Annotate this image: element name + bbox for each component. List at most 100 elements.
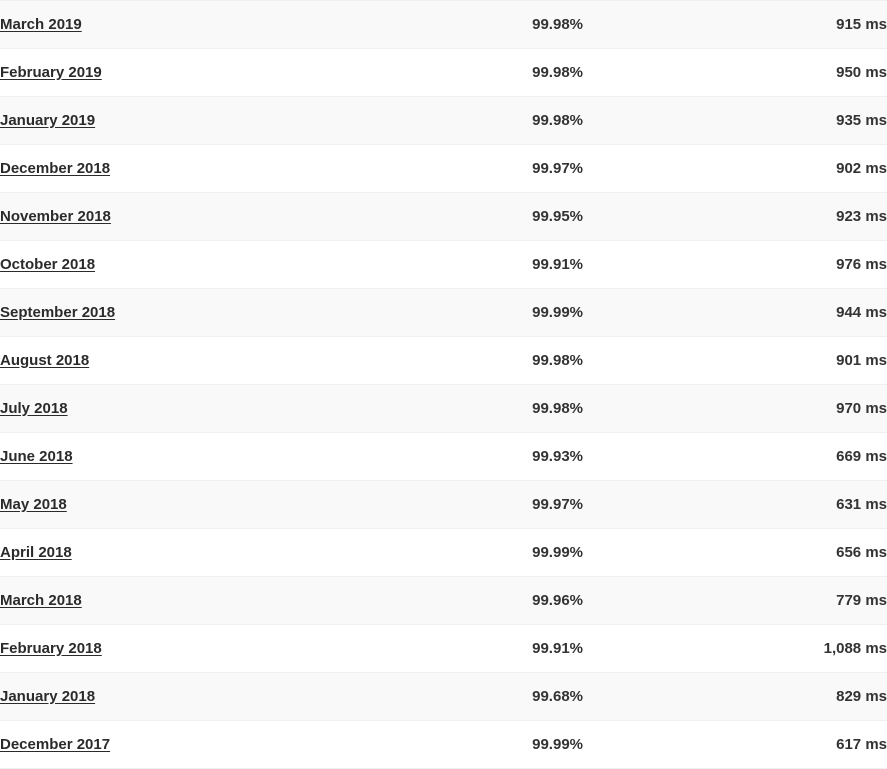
cell-uptime: 99.97% [496, 145, 583, 193]
response-time-value: 915 ms [836, 16, 887, 33]
cell-period: June 2018 [0, 433, 496, 481]
period-link[interactable]: March 2019 [0, 16, 82, 33]
response-time-value: 656 ms [836, 544, 887, 561]
uptime-percentage: 99.98% [532, 112, 583, 129]
response-time-value: 976 ms [836, 256, 887, 273]
uptime-history-table-body: March 2019 99.98% 915 ms February 2019 99.98… [0, 1, 887, 769]
cell-latency: 829 ms [583, 673, 887, 721]
period-link[interactable]: August 2018 [0, 352, 89, 369]
table-row: September 2018 99.99% 944 ms [0, 289, 887, 337]
cell-uptime: 99.99% [496, 721, 583, 769]
table-row: October 2018 99.91% 976 ms [0, 241, 887, 289]
cell-latency: 617 ms [583, 721, 887, 769]
cell-period: January 2018 [0, 673, 496, 721]
cell-period: August 2018 [0, 337, 496, 385]
cell-uptime: 99.98% [496, 385, 583, 433]
period-link[interactable]: September 2018 [0, 304, 115, 321]
response-time-value: 901 ms [836, 352, 887, 369]
cell-latency: 923 ms [583, 193, 887, 241]
cell-period: March 2018 [0, 577, 496, 625]
uptime-percentage: 99.97% [532, 160, 583, 177]
uptime-percentage: 99.97% [532, 496, 583, 513]
period-link[interactable]: February 2019 [0, 64, 102, 81]
cell-latency: 902 ms [583, 145, 887, 193]
period-link[interactable]: June 2018 [0, 448, 73, 465]
cell-period: February 2019 [0, 49, 496, 97]
period-link[interactable]: December 2017 [0, 736, 110, 753]
period-link[interactable]: March 2018 [0, 592, 82, 609]
period-link[interactable]: April 2018 [0, 544, 72, 561]
cell-latency: 901 ms [583, 337, 887, 385]
cell-latency: 656 ms [583, 529, 887, 577]
table-row: May 2018 99.97% 631 ms [0, 481, 887, 529]
period-link[interactable]: January 2018 [0, 688, 95, 705]
response-time-value: 902 ms [836, 160, 887, 177]
cell-uptime: 99.68% [496, 673, 583, 721]
uptime-percentage: 99.96% [532, 592, 583, 609]
table-row: December 2018 99.97% 902 ms [0, 145, 887, 193]
cell-period: November 2018 [0, 193, 496, 241]
uptime-percentage: 99.93% [532, 448, 583, 465]
table-row: April 2018 99.99% 656 ms [0, 529, 887, 577]
table-row: February 2019 99.98% 950 ms [0, 49, 887, 97]
uptime-percentage: 99.91% [532, 640, 583, 657]
cell-period: July 2018 [0, 385, 496, 433]
uptime-percentage: 99.95% [532, 208, 583, 225]
response-time-value: 829 ms [836, 688, 887, 705]
cell-uptime: 99.98% [496, 97, 583, 145]
cell-period: December 2018 [0, 145, 496, 193]
cell-uptime: 99.98% [496, 49, 583, 97]
uptime-percentage: 99.99% [532, 544, 583, 561]
uptime-percentage: 99.99% [532, 736, 583, 753]
cell-uptime: 99.97% [496, 481, 583, 529]
response-time-value: 669 ms [836, 448, 887, 465]
period-link[interactable]: October 2018 [0, 256, 95, 273]
cell-period: January 2019 [0, 97, 496, 145]
table-row: March 2019 99.98% 915 ms [0, 1, 887, 49]
cell-latency: 1,088 ms [583, 625, 887, 673]
table-row: August 2018 99.98% 901 ms [0, 337, 887, 385]
response-time-value: 1,088 ms [824, 640, 887, 657]
period-link[interactable]: February 2018 [0, 640, 102, 657]
cell-uptime: 99.99% [496, 529, 583, 577]
table-row: December 2017 99.99% 617 ms [0, 721, 887, 769]
period-link[interactable]: December 2018 [0, 160, 110, 177]
response-time-value: 970 ms [836, 400, 887, 417]
period-link[interactable]: May 2018 [0, 496, 67, 513]
cell-latency: 950 ms [583, 49, 887, 97]
response-time-value: 950 ms [836, 64, 887, 81]
period-link[interactable]: July 2018 [0, 400, 68, 417]
cell-uptime: 99.98% [496, 1, 583, 49]
cell-uptime: 99.99% [496, 289, 583, 337]
uptime-history-table: March 2019 99.98% 915 ms February 2019 99.98… [0, 0, 887, 769]
cell-period: February 2018 [0, 625, 496, 673]
uptime-percentage: 99.99% [532, 304, 583, 321]
cell-uptime: 99.98% [496, 337, 583, 385]
cell-period: September 2018 [0, 289, 496, 337]
response-time-value: 617 ms [836, 736, 887, 753]
uptime-percentage: 99.68% [532, 688, 583, 705]
table-row: November 2018 99.95%923 ms [0, 193, 887, 241]
period-link[interactable]: January 2019 [0, 112, 95, 129]
cell-period: December 2017 [0, 721, 496, 769]
response-time-value: 944 ms [836, 304, 887, 321]
cell-uptime: 99.93% [496, 433, 583, 481]
cell-uptime: 99.95% [496, 193, 583, 241]
cell-latency: 915 ms [583, 1, 887, 49]
response-time-value: 631 ms [836, 496, 887, 513]
cell-period: April 2018 [0, 529, 496, 577]
cell-latency: 779 ms [583, 577, 887, 625]
period-link[interactable]: November 2018 [0, 208, 111, 225]
table-row: June 2018 99.93% 669 ms [0, 433, 887, 481]
cell-period: May 2018 [0, 481, 496, 529]
cell-uptime: 99.91% [496, 625, 583, 673]
table-row: July 2018 99.98% 970 ms [0, 385, 887, 433]
cell-period: October 2018 [0, 241, 496, 289]
table-row: March 2018 99.96%779 ms [0, 577, 887, 625]
uptime-percentage: 99.91% [532, 256, 583, 273]
cell-latency: 944 ms [583, 289, 887, 337]
cell-latency: 976 ms [583, 241, 887, 289]
cell-latency: 935 ms [583, 97, 887, 145]
uptime-percentage: 99.98% [532, 400, 583, 417]
uptime-percentage: 99.98% [532, 16, 583, 33]
